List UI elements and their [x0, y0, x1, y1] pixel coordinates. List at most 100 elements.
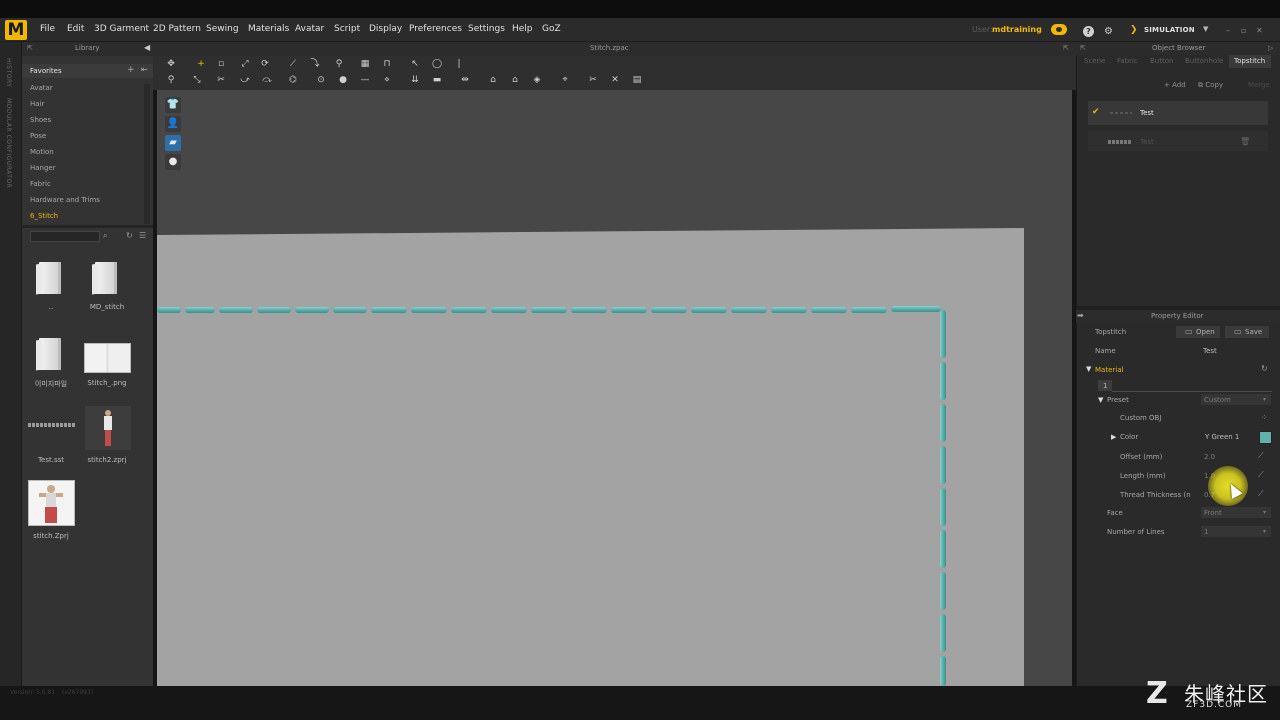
menu-settings[interactable]: Settings	[468, 24, 505, 34]
trash-icon[interactable]: 🗑	[1240, 137, 1250, 146]
scale-icon[interactable]: ⤢	[239, 58, 251, 70]
tab-scene[interactable]: Scene	[1084, 57, 1105, 65]
expand-color-icon[interactable]: ▶	[1111, 433, 1116, 441]
hanger-tool-icon[interactable]: ⌖	[559, 74, 571, 86]
topstitch-seam-icon[interactable]: ⤼	[261, 74, 273, 86]
topstitch-segment-icon[interactable]: ✂	[215, 74, 227, 86]
undock-icon[interactable]: ⇱	[27, 44, 33, 52]
refresh-icon[interactable]: ↻	[126, 231, 133, 240]
tree-item-fabric[interactable]: Fabric	[30, 180, 51, 188]
tack-icon[interactable]: ↖	[409, 58, 421, 70]
trousers-icon[interactable]: ⊓	[381, 58, 393, 70]
texture-view-icon[interactable]: ▰	[165, 135, 181, 151]
topstitch-line-icon[interactable]: ⤡	[191, 74, 203, 86]
tree-item-shoes[interactable]: Shoes	[30, 116, 51, 124]
zipper-icon[interactable]: ⇊	[409, 74, 421, 86]
modular-configurator-tab[interactable]: MODULAR CONFIGURATOR	[5, 98, 12, 188]
file-folder-up[interactable]: ..	[24, 262, 78, 316]
menu-script[interactable]: Script	[334, 24, 360, 34]
collapse-right-icon[interactable]: ▷	[1268, 44, 1273, 52]
menu-display[interactable]: Display	[369, 24, 402, 34]
number-of-lines-dropdown[interactable]	[1201, 526, 1271, 537]
scissor-icon[interactable]: ✂	[587, 74, 599, 86]
eyedropper-icon[interactable]: ⟋	[1258, 470, 1264, 480]
user-name[interactable]: mdtraining	[992, 25, 1042, 34]
hanger-icon[interactable]: ⚙	[1104, 26, 1115, 37]
topstitch-vertical[interactable]	[940, 310, 948, 686]
tree-item-hair[interactable]: Hair	[30, 100, 44, 108]
tree-item-pose[interactable]: Pose	[30, 132, 46, 140]
menu-edit[interactable]: Edit	[67, 24, 84, 34]
undock-icon[interactable]: ⇱	[1063, 44, 1069, 52]
pucker-icon[interactable]: ⌬	[287, 74, 299, 86]
menu-file[interactable]: File	[40, 24, 55, 34]
copy-button[interactable]: ⧉ Copy	[1198, 81, 1223, 90]
tree-item-hardware-trims[interactable]: Hardware and Trims	[30, 196, 100, 204]
avatar-skin-icon[interactable]: ●	[165, 154, 181, 170]
rotate-icon[interactable]: ⟳	[259, 58, 271, 70]
trim-icon[interactable]: ⋄	[381, 74, 393, 86]
color-swatch[interactable]	[1259, 431, 1272, 444]
box-select-icon[interactable]: ▫	[215, 58, 227, 70]
menu-help[interactable]: Help	[512, 24, 533, 34]
offset-value[interactable]: 2.0	[1204, 453, 1215, 461]
menu-2d-pattern[interactable]: 2D Pattern	[153, 24, 201, 34]
close-icon[interactable]: ✕	[1256, 26, 1263, 35]
pin-icon[interactable]: ⚲	[333, 58, 345, 70]
library-splitter[interactable]	[22, 225, 153, 228]
menu-sewing[interactable]: Sewing	[206, 24, 239, 34]
open-button[interactable]: Open	[1176, 326, 1220, 338]
tab-fabric[interactable]: Fabric	[1117, 57, 1138, 65]
collapse-arrow-icon[interactable]: ➡	[1077, 311, 1084, 320]
measure-icon[interactable]: ❘	[453, 58, 465, 70]
grid-select-icon[interactable]: ⁘	[1261, 413, 1268, 422]
reset-icon[interactable]: ↻	[1261, 364, 1268, 373]
undock-icon[interactable]: ⇱	[1080, 44, 1086, 52]
search-icon[interactable]: ⌕	[103, 231, 107, 241]
name-value[interactable]: Test	[1203, 347, 1217, 355]
eyedropper-icon[interactable]: ⟋	[1258, 489, 1264, 499]
file-folder-images[interactable]: 이미지파일	[24, 338, 78, 392]
buttonhole-icon[interactable]: ●	[337, 74, 349, 86]
shirt-icon[interactable]: ⌂	[487, 74, 499, 86]
tab-buttonhole[interactable]: Buttonhole	[1185, 57, 1223, 65]
menu-avatar[interactable]: Avatar	[295, 24, 324, 34]
file-folder-md-stitch[interactable]: MD_stitch	[80, 262, 134, 316]
cloud-icon[interactable]	[1051, 24, 1067, 35]
list-view-icon[interactable]: ☰	[139, 231, 146, 240]
maximize-icon[interactable]: ▫	[1241, 26, 1246, 35]
file-test-sst[interactable]: Test.sst	[24, 406, 78, 466]
file-stitch-png[interactable]: Stitch_.png	[80, 338, 134, 392]
back-icon[interactable]: ⇤	[141, 65, 148, 74]
expand-preset-icon[interactable]: ▼	[1098, 396, 1103, 404]
garment-icon[interactable]: ▦	[359, 58, 371, 70]
tree-item-hanger[interactable]: Hanger	[30, 164, 56, 172]
tree-item-avatar[interactable]: Avatar	[30, 84, 53, 92]
add-favorite-icon[interactable]: +	[127, 65, 135, 75]
lasso-icon[interactable]: ◯	[431, 58, 443, 70]
garment-view-icon[interactable]: 👕	[165, 97, 181, 113]
shirt-fold-icon[interactable]: ◈	[531, 74, 543, 86]
menu-3d-garment[interactable]: 3D Garment	[94, 24, 149, 34]
edit-curve-icon[interactable]: ⟋	[287, 58, 299, 70]
library-search-input[interactable]	[30, 231, 100, 242]
select-move-icon[interactable]: ✥	[165, 58, 177, 70]
align-icon[interactable]: ⇹	[459, 74, 471, 86]
minimize-icon[interactable]: –	[1226, 26, 1230, 35]
color-value[interactable]: Y Green 1	[1205, 433, 1239, 441]
collapse-left-icon[interactable]: ◀	[144, 43, 150, 52]
menu-goz[interactable]: GoZ	[542, 24, 561, 34]
merge-button[interactable]: Merge	[1248, 81, 1270, 89]
button-icon[interactable]: ⊙	[315, 74, 327, 86]
chevron-down-icon[interactable]: ▼	[1203, 25, 1208, 33]
expand-material-icon[interactable]: ▼	[1086, 365, 1091, 373]
save-button[interactable]: Save	[1225, 326, 1269, 338]
tree-item-6-stitch[interactable]: 6_Stitch	[30, 212, 58, 220]
file-stitch-zprj[interactable]: stitch.Zprj	[24, 480, 78, 542]
tab-button[interactable]: Button	[1150, 57, 1173, 65]
transform-icon[interactable]: +	[195, 58, 207, 70]
topstitch-free-icon[interactable]: ⤻	[239, 74, 251, 86]
simulation-mode-label[interactable]: SIMULATION	[1144, 26, 1195, 34]
cut-icon[interactable]: ✕	[609, 74, 621, 86]
fabric-pattern[interactable]	[157, 228, 1024, 686]
